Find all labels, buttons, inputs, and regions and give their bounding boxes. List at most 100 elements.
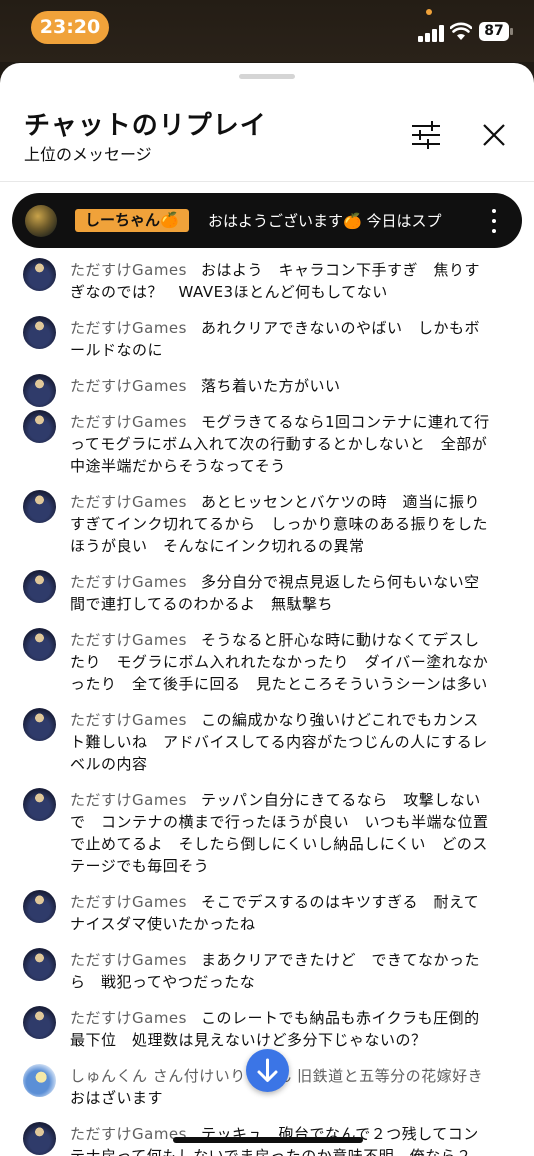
message-author[interactable]: ただすけGames	[70, 1009, 187, 1027]
message-line: テージでも毎回そう	[70, 855, 506, 877]
message-line: ただすけGames 落ち着いた方がいい	[70, 375, 506, 397]
message-line: ほうが良い そんなにインク切れるの異常	[70, 535, 506, 557]
message-text: おはざいます	[70, 1089, 164, 1107]
message-line: で コンテナの横まで行ったほうが良い いつも半端な位置	[70, 811, 506, 833]
message-author[interactable]: ただすけGames	[70, 493, 187, 511]
message-line: で止めてるよ そしたら倒しにくいし納品しにくい どのス	[70, 833, 506, 855]
message-text: ぎなのでは？ WAVE3ほとんど何もしてない	[70, 283, 388, 301]
message-text: ールドなのに	[70, 341, 164, 359]
pinned-message[interactable]: しーちゃん🍊 おはようございます🍊 今日はスプ	[12, 193, 522, 248]
avatar	[23, 316, 56, 349]
arrow-down-icon[interactable]	[246, 1049, 289, 1092]
message-line: ただすけGames モグラきてるなら1回コンテナに連れて行	[70, 411, 506, 433]
chat-message[interactable]: ただすけGames テッパン自分にきてるなら 攻撃しないで コンテナの横まで行った…	[0, 785, 534, 881]
message-text: そこでデスするのはキツすぎる 耐えて	[200, 893, 480, 911]
message-line: ったり 全て後手に回る 見たところそういうシーンは多い	[70, 673, 506, 695]
message-text: ったり 全て後手に回る 見たところそういうシーンは多い	[70, 675, 488, 693]
status-bar: 23:20 87	[0, 0, 534, 62]
battery-tip	[510, 28, 513, 35]
chat-message[interactable]: ただすけGames まあクリアできたけど できてなかったら 戦犯ってやつだったな	[0, 945, 534, 997]
avatar	[23, 788, 56, 821]
message-line: ただすけGames そうなると肝心な時に動けなくてデスし	[70, 629, 506, 651]
battery-indicator: 87	[479, 22, 509, 41]
avatar	[23, 1006, 56, 1039]
avatar	[23, 1122, 56, 1155]
message-text: ってモグラにボム入れて次の行動するとかしないと 全部が	[70, 435, 488, 453]
message-text: ら 戦犯ってやつだったな	[70, 973, 256, 991]
chat-message[interactable]: ただすけGames この編成かなり強いけどこれでもカンス ト難しいね アドバイスして…	[0, 705, 534, 779]
header-divider	[0, 181, 534, 182]
message-text: すぎてインク切れてるから しっかり意味のある振りをした	[70, 515, 489, 533]
message-text: この編成かなり強いけどこれでもカンス	[200, 711, 479, 729]
avatar	[23, 708, 56, 741]
message-line: ただすけGames あとヒッセンとバケツの時 適当に振り	[70, 491, 506, 513]
message-text: おはよう キャラコン下手すぎ 焦りす	[200, 261, 480, 279]
message-line: ただすけGames 多分自分で視点見返したら何もいない空	[70, 571, 506, 593]
message-line: ぎなのでは？ WAVE3ほとんど何もしてない	[70, 281, 506, 303]
chat-replay-sheet: チャットのリプレイ 上位のメッセージ しーちゃん🍊 おはようございます🍊 今日は…	[0, 63, 534, 1156]
message-author[interactable]: ただすけGames	[70, 377, 187, 395]
cellular-signal-icon	[418, 25, 444, 42]
sliders-icon[interactable]	[406, 117, 446, 153]
message-author[interactable]: ただすけGames	[70, 1125, 187, 1143]
chat-message[interactable]: ただすけGames おはよう キャラコン下手すぎ 焦りすぎなのでは？ WAVE3ほ…	[0, 255, 534, 307]
message-line: ただすけGames おはよう キャラコン下手すぎ 焦りす	[70, 259, 506, 281]
message-author[interactable]: ただすけGames	[70, 261, 187, 279]
message-line: 中途半端だからそうなってそう	[70, 455, 506, 477]
message-author[interactable]: ただすけGames	[70, 711, 187, 729]
status-time: 23:20	[31, 11, 109, 44]
message-author[interactable]: ただすけGames	[70, 631, 187, 649]
message-author[interactable]: ただすけGames	[70, 413, 187, 431]
message-text: そうなると肝心な時に動けなくてデスし	[200, 631, 480, 649]
message-text: テッパン自分にきてるなら 攻撃しない	[200, 791, 481, 809]
chat-message[interactable]: ただすけGames 落ち着いた方がいい	[0, 371, 534, 407]
message-line: ただすけGames あれクリアできないのやばい しかもボ	[70, 317, 506, 339]
message-author[interactable]: ただすけGames	[70, 893, 187, 911]
chat-message[interactable]: ただすけGames あとヒッセンとバケツの時 適当に振りすぎてインク切れてるから …	[0, 487, 534, 561]
message-line: ナイスダマ使いたかったね	[70, 913, 506, 935]
message-text: あとヒッセンとバケツの時 適当に振り	[200, 493, 480, 511]
message-text: まあクリアできたけど できてなかった	[200, 951, 480, 969]
message-line: ールドなのに	[70, 339, 506, 361]
filter-mode-label[interactable]: 上位のメッセージ	[24, 141, 152, 165]
message-author[interactable]: ただすけGames	[70, 951, 187, 969]
chat-message[interactable]: ただすけGames このレートでも納品も赤イクラも圧倒的最下位 処理数は見えないけ…	[0, 1003, 534, 1055]
more-vert-icon[interactable]	[490, 208, 498, 234]
chat-message[interactable]: ただすけGames そうなると肝心な時に動けなくてデスしたり モグラにボム入れれた…	[0, 625, 534, 699]
message-author[interactable]: ただすけGames	[70, 791, 187, 809]
message-text: ベルの内容	[70, 755, 148, 773]
chat-message[interactable]: ただすけGames あれクリアできないのやばい しかもボールドなのに	[0, 313, 534, 365]
home-indicator[interactable]	[173, 1137, 363, 1143]
message-text: 落ち着いた方がいい	[200, 377, 341, 395]
message-line: ただすけGames そこでデスするのはキツすぎる 耐えて	[70, 891, 506, 913]
pinned-author-badge: しーちゃん🍊	[75, 209, 189, 232]
avatar	[23, 628, 56, 661]
message-line: 最下位 処理数は見えないけど多分下じゃないの？	[70, 1029, 506, 1051]
message-line: テナ戻って何もしないでま戻ったのか意味不明 俺なら２	[70, 1145, 506, 1156]
message-line: ただすけGames テッパン自分にきてるなら 攻撃しない	[70, 789, 506, 811]
message-line: すぎてインク切れてるから しっかり意味のある振りをした	[70, 513, 506, 535]
message-text: あれクリアできないのやばい しかもボ	[200, 319, 480, 337]
wifi-icon	[450, 22, 472, 40]
message-text: 中途半端だからそうなってそう	[70, 457, 286, 475]
chat-message[interactable]: ただすけGames モグラきてるなら1回コンテナに連れて行ってモグラにボム入れて次…	[0, 407, 534, 481]
message-text: ほうが良い そんなにインク切れるの異常	[70, 537, 365, 555]
message-text: で止めてるよ そしたら倒しにくいし納品しにくい どのス	[70, 835, 488, 853]
message-author[interactable]: ただすけGames	[70, 573, 187, 591]
chat-message[interactable]: ただすけGames そこでデスするのはキツすぎる 耐えてナイスダマ使いたかったね	[0, 887, 534, 939]
avatar	[23, 1064, 56, 1097]
message-text: テージでも毎回そう	[70, 857, 210, 875]
recording-indicator	[426, 9, 432, 15]
avatar	[25, 205, 57, 237]
message-text: モグラきてるなら1回コンテナに連れて行	[200, 413, 490, 431]
message-author[interactable]: ただすけGames	[70, 319, 187, 337]
message-text: 間で連打してるのわかるよ 無駄撃ち	[70, 595, 334, 613]
message-text: このレートでも納品も赤イクラも圧倒的	[200, 1009, 480, 1027]
chat-message[interactable]: ただすけGames 多分自分で視点見返したら何もいない空間で連打してるのわかるよ …	[0, 567, 534, 619]
message-line: たり モグラにボム入れれたなかったり ダイバー塗れなか	[70, 651, 506, 673]
close-icon[interactable]	[476, 117, 512, 153]
chat-message-list[interactable]: ただすけGames おはよう キャラコン下手すぎ 焦りすぎなのでは？ WAVE3ほ…	[0, 255, 534, 1156]
sheet-grabber[interactable]	[239, 74, 295, 79]
message-line: ベルの内容	[70, 753, 506, 775]
message-line: ただすけGames まあクリアできたけど できてなかった	[70, 949, 506, 971]
